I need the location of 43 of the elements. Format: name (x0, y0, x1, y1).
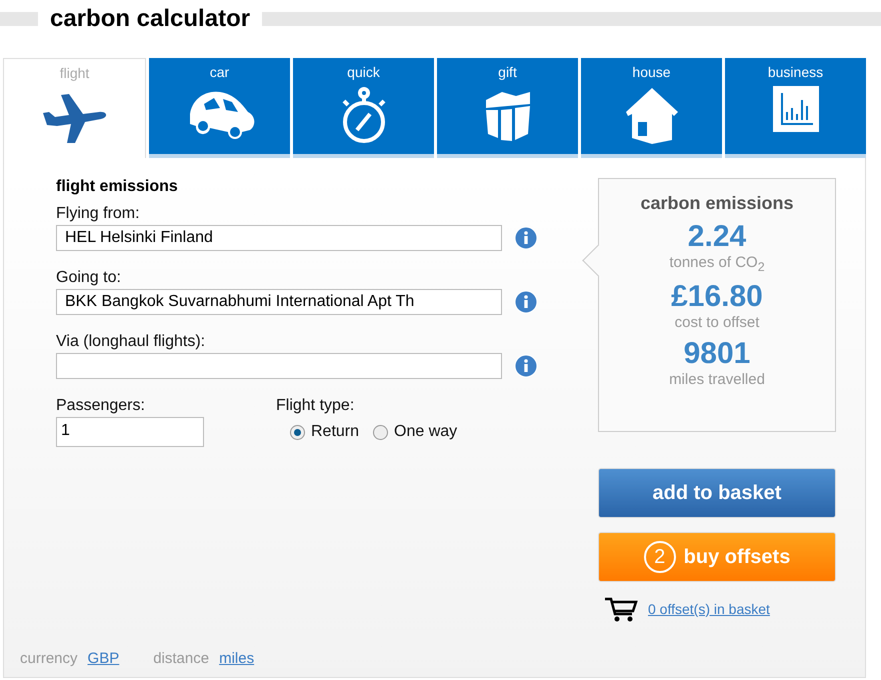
field-label: Flying from: (56, 205, 141, 223)
calculator-tab[interactable]: car (149, 58, 290, 158)
page-title: carbon calculator (49, 5, 252, 33)
shopping-cart-icon (604, 596, 638, 622)
stat-caption: tonnes of CO$_{2}$ (669, 254, 765, 274)
calculator-tab[interactable]: quick (293, 58, 434, 158)
radio-button[interactable] (373, 424, 388, 440)
stat-value: £16.80 (671, 280, 763, 314)
calculator-tab[interactable]: house (581, 58, 722, 158)
setting-link[interactable]: miles (219, 650, 254, 667)
stat-caption: cost to offset (674, 314, 760, 331)
field-label: Going to: (56, 269, 122, 287)
field-label: Passengers: (56, 397, 146, 415)
basket-link[interactable]: 0 offset(s) in basket (648, 601, 770, 617)
radio-label: Return (311, 423, 360, 441)
info-icon[interactable] (514, 354, 538, 378)
calculator-tab[interactable]: gift (437, 58, 578, 158)
stopwatch-icon (340, 86, 388, 146)
setting-link[interactable]: GBP (88, 650, 120, 667)
stat-value: 9801 (684, 337, 750, 371)
calculator-tab[interactable]: business (725, 58, 866, 158)
input-field[interactable]: 1 (56, 417, 204, 447)
info-icon[interactable] (514, 290, 538, 314)
house-icon (624, 86, 680, 146)
input-field[interactable]: BKK Bangkok Suvarnabhumi International Apt Th (56, 289, 502, 315)
radio-button[interactable] (290, 424, 305, 440)
card-heading: carbon emissions (640, 193, 794, 214)
add-to-basket-button[interactable]: add to basket (598, 468, 836, 518)
setting-label: distance (153, 650, 210, 667)
stat-value: 2.24 (688, 220, 746, 254)
input-field[interactable] (56, 353, 502, 379)
info-icon[interactable] (514, 226, 538, 250)
setting-label: currency (20, 650, 78, 667)
section-heading: flight emissions (56, 178, 179, 196)
field-label: Via (longhaul flights): (56, 333, 206, 351)
radio-label: One way (394, 423, 458, 441)
radio-option[interactable]: One way (373, 423, 458, 441)
field-label: Flight type: (276, 397, 356, 415)
stat-caption: miles travelled (669, 371, 765, 388)
input-field[interactable]: HEL Helsinki Finland (56, 225, 502, 251)
bar-chart-icon (772, 86, 818, 132)
header-stripe (0, 12, 38, 26)
radio-option[interactable]: Return (290, 423, 360, 441)
